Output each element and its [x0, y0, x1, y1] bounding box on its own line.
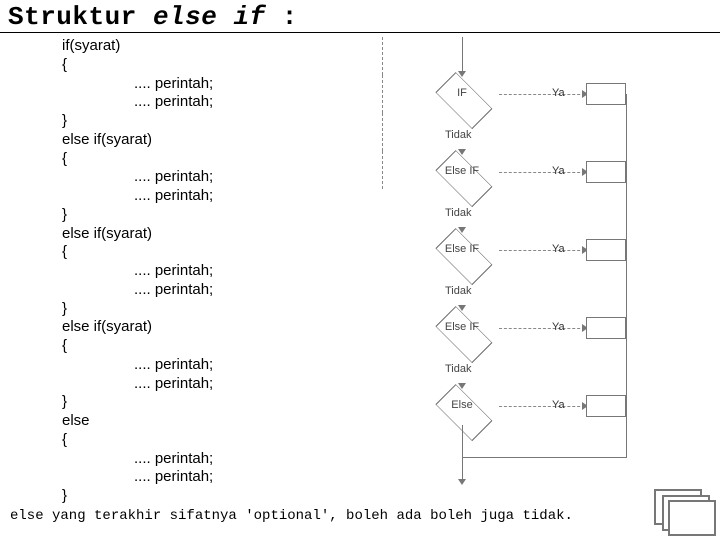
flow-line: [462, 37, 463, 73]
code-line: else if(syarat): [62, 318, 342, 337]
process-box: [586, 395, 626, 417]
label-yes: Ya: [552, 243, 565, 255]
flow-line: [382, 151, 383, 189]
flow-line: [462, 425, 463, 457]
code-line: .... perintah;: [62, 450, 342, 469]
code-line: .... perintah;: [62, 281, 342, 300]
code-line: .... perintah;: [62, 93, 342, 112]
title-keyword: else if: [153, 2, 266, 32]
footnote: else yang terakhir sifatnya 'optional', …: [0, 506, 720, 524]
label-yes: Ya: [552, 165, 565, 177]
decision-else: Else: [425, 387, 499, 425]
code-line: {: [62, 150, 342, 169]
flow-line: [382, 113, 383, 151]
decision-elseif: Else IF: [425, 153, 499, 191]
code-line: {: [62, 56, 342, 75]
process-box: [586, 83, 626, 105]
code-line: }: [62, 487, 342, 506]
flow-line: [499, 172, 585, 173]
flowchart: IF Ya Tidak Else IF Ya Tidak Else IF: [342, 37, 708, 497]
code-line: .... perintah;: [62, 356, 342, 375]
label-yes: Ya: [552, 321, 565, 333]
label-no: Tidak: [445, 129, 472, 141]
decision-elseif: Else IF: [425, 231, 499, 269]
label-no: Tidak: [445, 363, 472, 375]
slide-title: Struktur else if :: [0, 0, 720, 33]
code-line: if(syarat): [62, 37, 342, 56]
flow-line: [382, 37, 383, 75]
code-line: .... perintah;: [62, 262, 342, 281]
flow-line: [499, 328, 585, 329]
code-line: }: [62, 393, 342, 412]
code-line: }: [62, 112, 342, 131]
flow-line: [382, 75, 383, 113]
flow-line: [462, 457, 463, 481]
code-line: .... perintah;: [62, 375, 342, 394]
slide-decoration: [654, 489, 714, 534]
decision-elseif: Else IF: [425, 309, 499, 347]
code-line: {: [62, 337, 342, 356]
code-line: }: [62, 300, 342, 319]
label-no: Tidak: [445, 207, 472, 219]
label-no: Tidak: [445, 285, 472, 297]
code-line: else: [62, 412, 342, 431]
code-line: .... perintah;: [62, 468, 342, 487]
title-suffix: :: [266, 2, 298, 32]
code-line: {: [62, 431, 342, 450]
arrow-icon: [458, 479, 466, 485]
code-line: .... perintah;: [62, 75, 342, 94]
code-line: }: [62, 206, 342, 225]
flow-line: [626, 94, 627, 457]
code-line: {: [62, 243, 342, 262]
code-line: else if(syarat): [62, 131, 342, 150]
label-yes: Ya: [552, 87, 565, 99]
process-box: [586, 239, 626, 261]
code-block: if(syarat) { .... perintah; .... perinta…: [12, 37, 342, 506]
process-box: [586, 317, 626, 339]
code-line: .... perintah;: [62, 187, 342, 206]
flow-line: [499, 94, 585, 95]
content-row: if(syarat) { .... perintah; .... perinta…: [0, 33, 720, 506]
process-box: [586, 161, 626, 183]
flow-line: [499, 406, 585, 407]
code-line: .... perintah;: [62, 168, 342, 187]
code-line: else if(syarat): [62, 225, 342, 244]
flow-line: [499, 250, 585, 251]
flow-line: [462, 457, 627, 458]
decision-if: IF: [425, 75, 499, 113]
label-yes: Ya: [552, 399, 565, 411]
title-prefix: Struktur: [8, 2, 153, 32]
